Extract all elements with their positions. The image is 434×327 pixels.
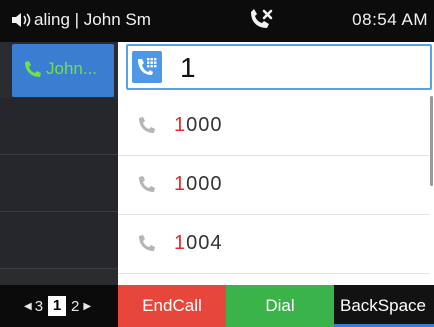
dialpad-icon[interactable] — [132, 51, 162, 83]
phone-screen: aling | John Sm 08:54 AM John... 1 1000 … — [0, 0, 434, 327]
phone-icon — [136, 234, 158, 254]
contact-number: 1000 — [174, 114, 223, 136]
page-current: 1 — [48, 296, 67, 316]
phone-icon — [136, 116, 158, 136]
end-call-button[interactable]: EndCall — [118, 285, 226, 327]
dialed-number: 1 — [180, 52, 196, 83]
scrollbar[interactable] — [430, 96, 433, 186]
account-line-button[interactable]: John... — [12, 44, 114, 97]
list-item[interactable]: 1004 — [118, 215, 430, 274]
account-slot-empty — [0, 98, 118, 155]
list-item[interactable]: 1000 — [118, 97, 430, 156]
contact-number: 1000 — [174, 173, 223, 195]
chevron-left-icon[interactable]: ◀ — [24, 301, 32, 312]
number-input[interactable]: 1 — [126, 44, 432, 90]
speaker-icon — [10, 11, 32, 29]
backspace-button[interactable]: BackSpace — [334, 285, 434, 327]
page-indicator[interactable]: ◀ 3 1 2 ▶ — [24, 295, 91, 317]
phone-icon — [136, 175, 158, 195]
contact-number: 1004 — [174, 232, 223, 254]
phone-icon — [22, 60, 42, 80]
list-item[interactable]: 1000 — [118, 156, 430, 215]
page-next[interactable]: 2 — [71, 298, 79, 315]
account-slot-empty — [0, 212, 118, 269]
call-status-text: aling | John Sm — [34, 10, 151, 29]
account-slot-empty — [0, 155, 118, 212]
backspace-label: BackSpace — [340, 296, 426, 315]
status-bar: aling | John Sm 08:54 AM — [0, 0, 434, 42]
account-label: John... — [46, 59, 98, 78]
clock: 08:54 AM — [352, 10, 428, 29]
call-status: aling | John Sm — [10, 10, 151, 30]
dial-button[interactable]: Dial — [226, 285, 334, 327]
page-prev[interactable]: 3 — [35, 298, 43, 315]
chevron-right-icon[interactable]: ▶ — [83, 301, 91, 312]
missed-call-icon — [245, 8, 275, 32]
